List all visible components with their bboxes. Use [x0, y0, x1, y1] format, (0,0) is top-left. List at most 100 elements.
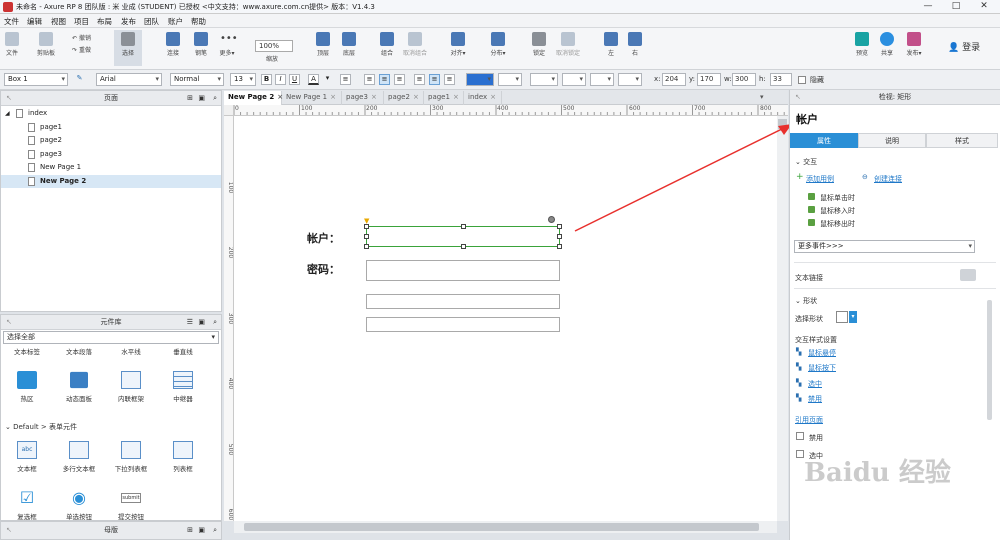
menu-help[interactable]: 帮助	[191, 16, 206, 27]
zoom-select[interactable]: 100%	[255, 40, 293, 52]
y-input[interactable]: 170	[697, 73, 721, 86]
mouse-hover-style-link[interactable]: 鼠标悬停	[808, 348, 836, 358]
menu-layout[interactable]: 布局	[97, 16, 112, 27]
close-icon[interactable]: ×	[371, 93, 377, 101]
group-button[interactable]: 组合	[376, 30, 398, 57]
add-master-icon[interactable]: ⊞	[187, 522, 193, 539]
shadow-select[interactable]	[498, 73, 522, 86]
x-input[interactable]: 204	[662, 73, 686, 86]
share-button[interactable]: 共享	[877, 30, 897, 57]
tab-style[interactable]: 样式	[926, 133, 998, 148]
add-folder-icon[interactable]: ▣	[198, 91, 205, 105]
widget-droplist[interactable]: 下拉列表框	[105, 441, 157, 473]
selected-style-link[interactable]: 选中	[808, 379, 822, 389]
tab-list-dropdown-icon[interactable]: ▾	[756, 91, 768, 105]
library-filter-select[interactable]: 选择全部	[3, 331, 219, 344]
canvas-horizontal-scrollbar[interactable]	[234, 521, 777, 533]
fill-color-select[interactable]	[466, 73, 494, 86]
menu-publish[interactable]: 发布	[121, 16, 136, 27]
arrow-style-select[interactable]	[618, 73, 642, 86]
menu-account[interactable]: 账户	[168, 16, 183, 27]
left-button[interactable]: 左	[602, 30, 620, 57]
undo-button[interactable]: ↶ 撤销	[72, 33, 91, 42]
scroll-thumb[interactable]	[244, 523, 759, 531]
close-icon[interactable]: ×	[453, 93, 459, 101]
widget-horizontal-line[interactable]: 水平线	[105, 346, 157, 356]
font-family-select[interactable]: Arial	[96, 73, 162, 86]
height-input[interactable]: 33	[770, 73, 792, 86]
widget-name-title[interactable]: 帐户	[796, 111, 818, 127]
font-size-select[interactable]: 13	[230, 73, 256, 86]
maximize-button[interactable]: □	[942, 0, 970, 14]
widget-list-box[interactable]: 列表框	[157, 441, 209, 473]
connect-tool-button[interactable]: 连接	[162, 30, 184, 57]
align-text-right-icon[interactable]: ≡	[394, 74, 405, 85]
page-item-page3[interactable]: page3	[1, 148, 221, 162]
valign-top-icon[interactable]: ≡	[414, 74, 425, 85]
widget-name-select[interactable]: Box 1	[4, 73, 68, 86]
menu-team[interactable]: 团队	[144, 16, 159, 27]
tab-new-page-1[interactable]: New Page 1 ×	[282, 91, 342, 105]
resize-handle[interactable]	[461, 224, 466, 229]
font-style-select[interactable]: Normal	[170, 73, 224, 86]
send-to-bottom-button[interactable]: 底层	[338, 30, 360, 57]
add-case-link[interactable]: 添加用例	[806, 174, 834, 184]
panel-pin-icon[interactable]: ↖	[6, 522, 12, 539]
redo-button[interactable]: ↷ 重做	[72, 45, 91, 54]
input-box-4[interactable]	[366, 317, 560, 332]
distribute-button[interactable]: 分布▾	[486, 30, 510, 57]
widget-hotspot[interactable]: 热区	[1, 371, 53, 403]
create-link-link[interactable]: 创建连接	[874, 174, 902, 184]
search-icon[interactable]: ⌕	[213, 522, 217, 539]
interaction-section-header[interactable]: ⌄ 交互	[795, 157, 817, 167]
align-text-left-icon[interactable]: ≡	[364, 74, 375, 85]
hidden-checkbox[interactable]	[798, 76, 806, 84]
inspector-scrollbar[interactable]	[987, 300, 992, 420]
search-icon[interactable]: ⌕	[213, 315, 217, 329]
more-events-select[interactable]: 更多事件>>>	[794, 240, 975, 253]
page-item-new-page-2[interactable]: New Page 2	[1, 174, 221, 188]
resize-handle[interactable]	[364, 244, 369, 249]
shape-dropdown-icon[interactable]: ▾	[849, 311, 857, 323]
library-group-form-widgets[interactable]: ⌄ Default > 表单元件	[5, 422, 77, 432]
bring-to-top-button[interactable]: 顶层	[312, 30, 334, 57]
close-icon[interactable]: ×	[330, 93, 336, 101]
widget-repeater[interactable]: 中继器	[157, 371, 209, 403]
widget-text-area[interactable]: 多行文本框	[53, 441, 105, 473]
unlock-button[interactable]: 取消锁定	[552, 30, 584, 57]
resize-handle[interactable]	[557, 244, 562, 249]
italic-button[interactable]: I	[275, 74, 286, 85]
right-button[interactable]: 右	[626, 30, 644, 57]
more-tools-button[interactable]: ••• 更多▾	[214, 30, 240, 57]
input-box-3[interactable]	[366, 294, 560, 309]
text-color-dropdown-icon[interactable]: ▾	[322, 74, 333, 85]
widget-text-paragraph[interactable]: 文本段落	[53, 346, 105, 356]
page-item-page1[interactable]: page1	[1, 121, 221, 135]
event-click[interactable]: 鼠标单击时	[820, 193, 855, 203]
clipboard-button[interactable]: 剪贴板	[34, 30, 58, 57]
page-item-index[interactable]: ◢ index	[1, 107, 221, 121]
pen-tool-button[interactable]: 钢笔	[190, 30, 212, 57]
align-text-center-icon[interactable]: ≡	[379, 74, 390, 85]
publish-button[interactable]: 发布▾	[902, 30, 926, 57]
shape-section-header[interactable]: ⌄ 形状	[795, 296, 817, 306]
lock-button[interactable]: 锁定	[528, 30, 550, 57]
widget-inline-frame[interactable]: 内联框架	[105, 371, 157, 403]
underline-button[interactable]: U	[289, 74, 300, 85]
menu-project[interactable]: 项目	[74, 16, 89, 27]
menu-view[interactable]: 视图	[51, 16, 66, 27]
mouse-down-style-link[interactable]: 鼠标按下	[808, 363, 836, 373]
shape-preview[interactable]	[836, 311, 848, 323]
text-link-button[interactable]	[960, 269, 976, 281]
tab-new-page-2[interactable]: New Page 2 ×	[224, 91, 283, 105]
valign-bottom-icon[interactable]: ≡	[444, 74, 455, 85]
menu-file[interactable]: 文件	[4, 16, 19, 27]
widget-checkbox[interactable]: ☑ 复选框	[1, 489, 53, 522]
widget-dynamic-panel[interactable]: 动态面板	[53, 371, 105, 403]
login-button[interactable]: 👤 登录	[948, 40, 980, 53]
password-input-box[interactable]	[366, 260, 560, 281]
disabled-checkbox[interactable]	[796, 432, 804, 440]
corner-radius-handle-icon[interactable]: ▼	[364, 217, 369, 225]
bold-button[interactable]: B	[261, 74, 272, 85]
masters-panel-header[interactable]: 母版 ↖ ⊞ ▣ ⌕	[0, 521, 222, 540]
